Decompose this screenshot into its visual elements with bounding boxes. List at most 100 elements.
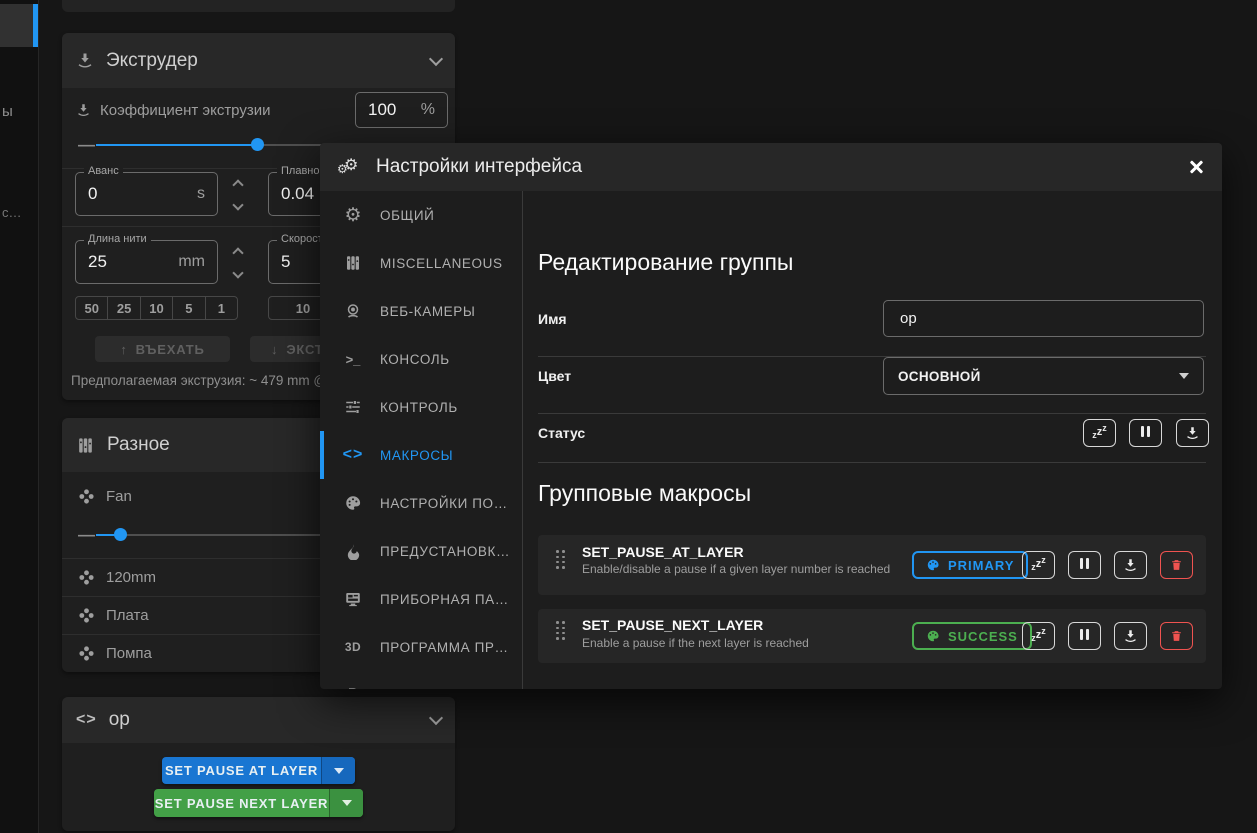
- settings-tab-label: ПРИБОРНАЯ ПА…: [380, 592, 509, 607]
- slider-decrease-icon[interactable]: —: [78, 525, 95, 545]
- pause-toggle-button[interactable]: [1129, 419, 1162, 447]
- extruder-nozzle-icon: [1185, 426, 1200, 441]
- stepper-up-icon[interactable]: [232, 179, 243, 190]
- slots-icon: [76, 436, 95, 455]
- stepper-up-icon[interactable]: [232, 247, 243, 258]
- macro-button-set-pause-at-layer[interactable]: SET PAUSE AT LAYER: [162, 757, 355, 784]
- length-preset-button[interactable]: 25: [107, 297, 139, 319]
- status-label: Статус: [538, 425, 585, 441]
- pressure-advance-unit: s: [197, 185, 205, 203]
- settings-tab-theme[interactable]: НАСТРОЙКИ ПО…: [320, 479, 522, 527]
- extruder-panel-header[interactable]: Экструдер: [62, 33, 455, 88]
- group-color-select[interactable]: ОСНОВНОЙ: [883, 357, 1204, 395]
- edit-group-title: Редактирование группы: [538, 249, 793, 276]
- settings-tab-macros[interactable]: <> МАКРОСЫ: [320, 431, 522, 479]
- pause-toggle-button[interactable]: [1068, 622, 1101, 650]
- filament-length-unit: mm: [178, 253, 205, 271]
- color-label: Цвет: [538, 368, 571, 384]
- pause-toggle-button[interactable]: [1068, 551, 1101, 579]
- sleep-zzz-icon: zzz: [1092, 424, 1107, 442]
- palette-icon: [926, 629, 940, 643]
- pressure-advance-input[interactable]: Аванс 0 s: [75, 172, 218, 216]
- settings-tab-general[interactable]: ⚙ ОБЩИЙ: [320, 191, 522, 239]
- macro-group-panel-header[interactable]: <> op: [62, 697, 455, 743]
- settings-tab-label: НАСТРОЙКИ ПО…: [380, 496, 508, 511]
- sleep-toggle-button[interactable]: zzz: [1022, 622, 1055, 650]
- arrow-up-icon: ↑: [120, 342, 127, 357]
- panel-remnant: [62, 0, 455, 12]
- length-preset-button[interactable]: 10: [140, 297, 172, 319]
- retract-button[interactable]: ↑ ВЪЕХАТЬ: [95, 336, 230, 362]
- length-preset-button[interactable]: 50: [76, 297, 107, 319]
- app-screen: ы c… Экструдер Коэффициент экструзии 100…: [0, 0, 1257, 833]
- file-icon: [342, 686, 364, 689]
- delete-macro-button[interactable]: [1160, 622, 1193, 650]
- settings-tab-label: ВЕБ-КАМЕРЫ: [380, 304, 475, 319]
- close-icon[interactable]: [1188, 159, 1204, 175]
- length-preset-button[interactable]: 1: [205, 297, 237, 319]
- printing-toggle-button[interactable]: [1114, 551, 1147, 579]
- sleep-toggle-button[interactable]: zzz: [1022, 551, 1055, 579]
- name-label: Имя: [538, 311, 567, 327]
- macro-color-chip[interactable]: SUCCESS: [912, 622, 1032, 650]
- macro-group-panel-title: op: [109, 709, 130, 731]
- group-name-value: op: [900, 310, 917, 327]
- extruder-panel-title: Экструдер: [106, 50, 198, 72]
- settings-sidebar: ⚙ ОБЩИЙ MISCELLANEOUS ВЕБ-КАМЕРЫ >_ КОНС…: [320, 191, 523, 689]
- monitor-dashboard-icon: [342, 590, 364, 608]
- caret-down-icon: [334, 768, 344, 774]
- settings-content: Редактирование группы Имя op Цвет ОСНОВН…: [522, 191, 1222, 689]
- fan-icon: [78, 607, 95, 624]
- filament-length-input[interactable]: Длина нити 25 mm: [75, 240, 218, 284]
- group-macros-title: Групповые макросы: [538, 480, 751, 507]
- settings-tab-label: РЕДАКТОР: [380, 688, 456, 690]
- settings-tab-editor[interactable]: РЕДАКТОР: [320, 671, 522, 689]
- group-name-input[interactable]: op: [883, 300, 1204, 337]
- stepper-down-icon[interactable]: [232, 267, 243, 278]
- settings-tab-label: ОБЩИЙ: [380, 208, 434, 223]
- webcam-icon: [342, 302, 364, 320]
- printing-toggle-button[interactable]: [1176, 419, 1209, 447]
- settings-tab-label: КОНСОЛЬ: [380, 352, 450, 367]
- extrusion-factor-value: 100: [368, 100, 396, 120]
- settings-tab-gcodeviewer[interactable]: 3D ПРОГРАММА ПР…: [320, 623, 522, 671]
- stepper-down-icon[interactable]: [232, 199, 243, 210]
- fan-icon: [78, 488, 95, 505]
- settings-tab-label: MISCELLANEOUS: [380, 256, 503, 271]
- slider-thumb[interactable]: [114, 528, 127, 541]
- collapse-chevron-icon[interactable]: [429, 711, 443, 725]
- pressure-advance-label: Аванс: [84, 165, 123, 177]
- settings-tab-miscellaneous[interactable]: MISCELLANEOUS: [320, 239, 522, 287]
- fan-name: Помпа: [106, 645, 152, 662]
- drag-handle-icon[interactable]: [556, 620, 568, 641]
- macro-button-set-pause-next-layer[interactable]: SET PAUSE NEXT LAYER: [154, 789, 363, 817]
- fan-name: 120mm: [106, 569, 156, 586]
- settings-tab-label: КОНТРОЛЬ: [380, 400, 458, 415]
- extruder-nozzle-icon: [76, 103, 91, 118]
- printing-toggle-button[interactable]: [1114, 622, 1147, 650]
- collapse-chevron-icon[interactable]: [429, 51, 443, 65]
- nav-active-item-sliver[interactable]: [0, 4, 33, 47]
- settings-tab-label: ПРЕДУСТАНОВК…: [380, 544, 510, 559]
- slider-thumb[interactable]: [251, 138, 264, 151]
- retract-button-label: ВЪЕХАТЬ: [136, 342, 205, 357]
- filament-length-value: 25: [88, 252, 107, 272]
- settings-tab-console[interactable]: >_ КОНСОЛЬ: [320, 335, 522, 383]
- console-icon: >_: [342, 352, 364, 367]
- length-preset-button[interactable]: 5: [172, 297, 204, 319]
- slider-decrease-icon[interactable]: —: [78, 135, 95, 155]
- settings-tab-presets[interactable]: ПРЕДУСТАНОВК…: [320, 527, 522, 575]
- settings-tab-control[interactable]: КОНТРОЛЬ: [320, 383, 522, 431]
- macro-button-label: SET PAUSE NEXT LAYER: [154, 789, 329, 817]
- group-color-value: ОСНОВНОЙ: [898, 369, 981, 384]
- sleep-toggle-button[interactable]: zzz: [1083, 419, 1116, 447]
- macro-dropdown-button[interactable]: [321, 757, 355, 784]
- macro-dropdown-button[interactable]: [329, 789, 363, 817]
- extrusion-factor-input[interactable]: 100 %: [355, 92, 448, 128]
- macro-color-chip[interactable]: PRIMARY: [912, 551, 1028, 579]
- settings-tab-webcams[interactable]: ВЕБ-КАМЕРЫ: [320, 287, 522, 335]
- drag-handle-icon[interactable]: [556, 549, 568, 570]
- palette-icon: [926, 558, 940, 572]
- settings-tab-dashboard[interactable]: ПРИБОРНАЯ ПА…: [320, 575, 522, 623]
- delete-macro-button[interactable]: [1160, 551, 1193, 579]
